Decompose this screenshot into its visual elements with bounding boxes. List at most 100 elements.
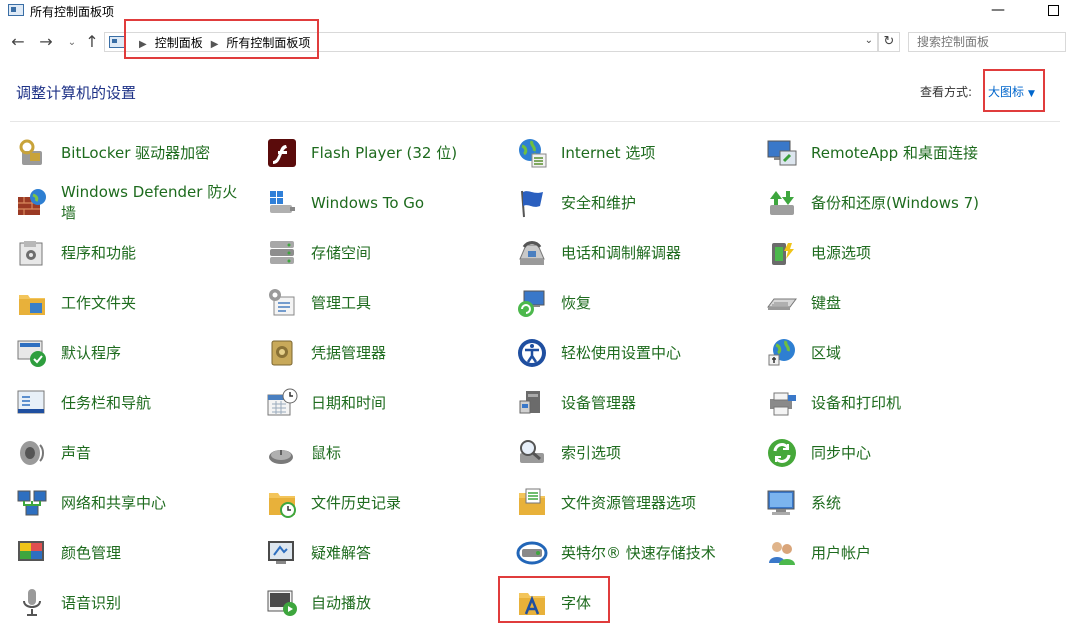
control-panel-item[interactable]: 疑难解答 xyxy=(264,528,504,578)
control-panel-item-label: 语音识别 xyxy=(61,593,122,612)
backup-restore-icon xyxy=(766,187,798,219)
control-panel-item-label: Windows Defender 防火墙 xyxy=(61,183,238,222)
programs-features-icon xyxy=(16,237,48,269)
control-panel-item[interactable]: 鼠标 xyxy=(264,428,504,478)
control-panel-item-label: 网络和共享中心 xyxy=(61,493,167,512)
control-panel-item[interactable]: 区域 xyxy=(764,328,1004,378)
control-panel-item-label: 鼠标 xyxy=(311,443,342,462)
breadcrumb: ▶ 控制面板 ▶ 所有控制面板项 xyxy=(131,34,310,51)
control-panel-item[interactable]: RemoteApp 和桌面连接 xyxy=(764,128,1004,178)
control-panel-item[interactable]: 电源选项 xyxy=(764,228,1004,278)
control-panel-item[interactable]: 文件历史记录 xyxy=(264,478,504,528)
view-by-label: 查看方式: xyxy=(920,85,973,99)
maximize-icon xyxy=(1047,5,1059,16)
control-panel-item[interactable]: Windows To Go xyxy=(264,178,504,228)
control-panel-item[interactable]: 网络和共享中心 xyxy=(14,478,254,528)
control-panel-item[interactable]: 同步中心 xyxy=(764,428,1004,478)
control-panel-item-label: 设备管理器 xyxy=(561,393,637,412)
control-panel-item-label: 区域 xyxy=(811,343,842,362)
forward-button[interactable]: → xyxy=(36,32,56,51)
up-button[interactable]: ↑ xyxy=(82,32,102,51)
chevron-right-icon: ▶ xyxy=(139,39,147,50)
title-bar: 所有控制面板项 — xyxy=(0,0,1068,22)
back-button[interactable]: ← xyxy=(8,32,28,51)
control-panel-item[interactable]: 轻松使用设置中心 xyxy=(514,328,754,378)
control-panel-item[interactable]: 程序和功能 xyxy=(14,228,254,278)
control-panel-item[interactable]: 凭据管理器 xyxy=(264,328,504,378)
control-panel-item[interactable]: 用户帐户 xyxy=(764,528,1004,578)
control-panel-item[interactable]: 索引选项 xyxy=(514,428,754,478)
control-panel-item[interactable]: 自动播放 xyxy=(264,578,504,628)
control-panel-item-label: 程序和功能 xyxy=(61,243,137,262)
control-panel-item[interactable]: 存储空间 xyxy=(264,228,504,278)
control-panel-item[interactable]: 系统 xyxy=(764,478,1004,528)
control-panel-item[interactable]: 电话和调制解调器 xyxy=(514,228,754,278)
control-panel-item-label: 凭据管理器 xyxy=(311,343,387,362)
control-panel-item[interactable]: Flash Player (32 位) xyxy=(264,128,504,178)
control-panel-item[interactable]: 颜色管理 xyxy=(14,528,254,578)
work-folders-icon xyxy=(16,287,48,319)
control-panel-item[interactable]: 键盘 xyxy=(764,278,1004,328)
windows-to-go-icon xyxy=(266,187,298,219)
speech-recognition-icon xyxy=(16,587,48,619)
firewall-icon xyxy=(16,187,48,219)
power-options-icon xyxy=(766,237,798,269)
minimize-button[interactable]: — xyxy=(975,0,1021,22)
control-panel-item[interactable]: Internet 选项 xyxy=(514,128,754,178)
intel-rst-icon xyxy=(516,537,548,569)
control-panel-item-label: 默认程序 xyxy=(61,343,122,362)
control-panel-item-label: 字体 xyxy=(561,593,592,612)
control-panel-item[interactable]: Windows Defender 防火墙 xyxy=(14,178,254,228)
date-time-icon xyxy=(266,387,298,419)
explorer-options-icon xyxy=(516,487,548,519)
control-panel-item-label: 安全和维护 xyxy=(561,193,637,212)
control-panel-item[interactable]: 任务栏和导航 xyxy=(14,378,254,428)
breadcrumb-all-items[interactable]: 所有控制面板项 xyxy=(226,36,310,50)
window-title: 所有控制面板项 xyxy=(30,5,115,19)
control-panel-item[interactable]: 声音 xyxy=(14,428,254,478)
breadcrumb-control-panel[interactable]: 控制面板 xyxy=(155,36,203,50)
control-panel-item[interactable]: 安全和维护 xyxy=(514,178,754,228)
maximize-button[interactable] xyxy=(1030,0,1068,22)
devices-printers-icon xyxy=(766,387,798,419)
control-panel-item[interactable]: 恢复 xyxy=(514,278,754,328)
control-panel-item-label: 轻松使用设置中心 xyxy=(561,343,682,362)
troubleshooting-icon xyxy=(266,537,298,569)
control-panel-item[interactable]: 字体 xyxy=(514,578,754,628)
control-panel-item[interactable]: 管理工具 xyxy=(264,278,504,328)
view-by-dropdown[interactable]: 大图标 ▼ xyxy=(988,83,1035,100)
storage-spaces-icon xyxy=(266,237,298,269)
control-panel-item[interactable]: 日期和时间 xyxy=(264,378,504,428)
caret-down-icon: ▼ xyxy=(1028,89,1035,99)
control-panel-item-label: 用户帐户 xyxy=(811,543,872,562)
control-panel-item[interactable]: 语音识别 xyxy=(14,578,254,628)
control-panel-item-label: 疑难解答 xyxy=(311,543,372,562)
control-panel-icon xyxy=(8,4,24,16)
control-panel-item-label: 文件历史记录 xyxy=(311,493,402,512)
address-dropdown-button[interactable]: ⌄ xyxy=(865,35,873,46)
control-panel-item-label: 颜色管理 xyxy=(61,543,122,562)
control-panel-item[interactable]: 备份和还原(Windows 7) xyxy=(764,178,1004,228)
refresh-button[interactable]: ↻ xyxy=(878,32,900,52)
control-panel-item[interactable]: BitLocker 驱动器加密 xyxy=(14,128,254,178)
address-bar[interactable]: ▶ 控制面板 ▶ 所有控制面板项 ⌄ xyxy=(104,32,878,52)
mouse-icon xyxy=(266,437,298,469)
control-panel-item-label: 索引选项 xyxy=(561,443,622,462)
navigation-bar: ← → ⌄ ↑ ▶ 控制面板 ▶ 所有控制面板项 ⌄ ↻ 搜索控制面板 xyxy=(0,26,1068,60)
control-panel-item[interactable]: 默认程序 xyxy=(14,328,254,378)
page-title: 调整计算机的设置 xyxy=(16,84,137,102)
control-panel-item[interactable]: 英特尔® 快速存储技术 xyxy=(514,528,754,578)
control-panel-item-label: 日期和时间 xyxy=(311,393,387,412)
control-panel-icon xyxy=(109,36,125,48)
ease-of-access-icon xyxy=(516,337,548,369)
chevron-right-icon[interactable]: ▶ xyxy=(211,39,219,50)
view-by-value: 大图标 xyxy=(988,85,1025,99)
control-panel-item[interactable]: 设备和打印机 xyxy=(764,378,1004,428)
color-management-icon xyxy=(16,537,48,569)
recent-locations-button[interactable]: ⌄ xyxy=(62,37,82,48)
control-panel-item[interactable]: 设备管理器 xyxy=(514,378,754,428)
control-panel-item[interactable]: 文件资源管理器选项 xyxy=(514,478,754,528)
fonts-icon xyxy=(516,587,548,619)
search-input[interactable]: 搜索控制面板 xyxy=(908,32,1066,52)
control-panel-item[interactable]: 工作文件夹 xyxy=(14,278,254,328)
